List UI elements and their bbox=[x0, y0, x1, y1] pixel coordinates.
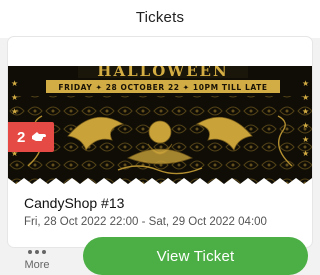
view-ticket-button[interactable]: View Ticket bbox=[83, 237, 308, 275]
svg-text:★: ★ bbox=[302, 107, 309, 116]
svg-text:★: ★ bbox=[302, 121, 309, 130]
svg-text:★: ★ bbox=[11, 79, 18, 88]
svg-text:★: ★ bbox=[302, 135, 309, 144]
svg-text:★: ★ bbox=[302, 79, 309, 88]
svg-text:★: ★ bbox=[11, 93, 18, 102]
event-poster-image[interactable]: HALLOWEEN FRIDAY ✦ 28 OCTOBER 22 ✦ 10PM … bbox=[8, 66, 312, 184]
poster-date-line: FRIDAY ✦ 28 OCTOBER 22 ✦ 10PM TILL LATE bbox=[58, 83, 267, 92]
app-header: Tickets bbox=[0, 0, 320, 38]
ticket-count-badge: 2 bbox=[8, 122, 54, 152]
svg-text:★: ★ bbox=[302, 149, 309, 158]
svg-text:★: ★ bbox=[11, 107, 18, 116]
svg-text:★: ★ bbox=[302, 93, 309, 102]
hand-icon bbox=[31, 130, 47, 144]
more-dots-icon bbox=[22, 249, 52, 255]
event-dates: Fri, 28 Oct 2022 22:00 - Sat, 29 Oct 202… bbox=[24, 216, 267, 228]
ticket-card[interactable]: HALLOWEEN FRIDAY ✦ 28 OCTOBER 22 ✦ 10PM … bbox=[8, 37, 312, 275]
ticket-count: 2 bbox=[17, 128, 26, 146]
event-name: CandyShop #13 bbox=[24, 195, 125, 211]
poster-title-text: HALLOWEEN bbox=[97, 66, 228, 80]
more-button[interactable]: More bbox=[22, 249, 52, 271]
page-title: Tickets bbox=[135, 9, 185, 26]
